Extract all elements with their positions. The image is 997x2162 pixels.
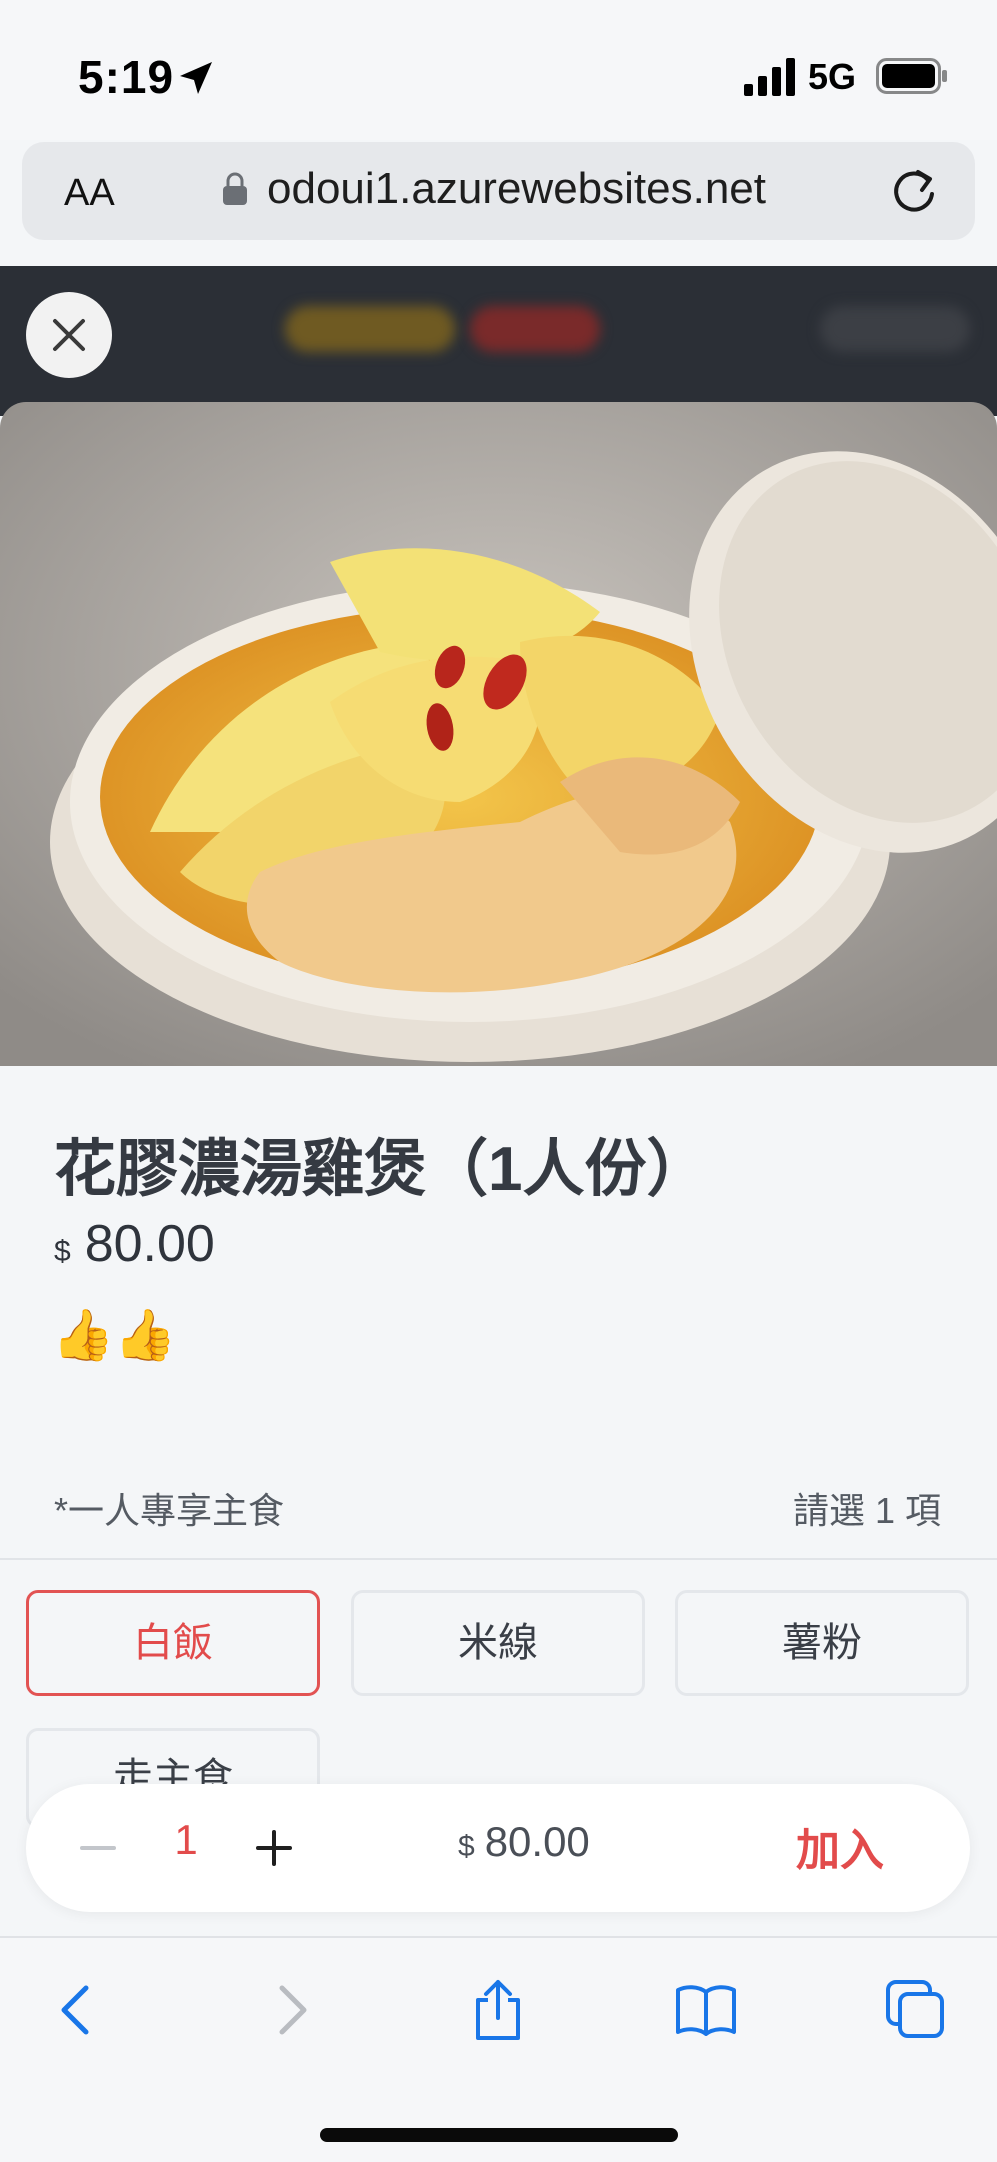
increase-quantity-button[interactable] xyxy=(244,1818,304,1878)
option-group-hint: 請選 1 項 xyxy=(792,1490,941,1531)
network-type: 5G xyxy=(808,56,857,97)
lock-icon xyxy=(223,172,247,205)
tabs-icon[interactable] xyxy=(884,1978,948,2042)
price-value: 80.00 xyxy=(84,1215,215,1273)
option-rice-noodle[interactable]: 米線 xyxy=(351,1590,645,1696)
text-size-button[interactable]: AA xyxy=(64,172,115,215)
share-icon[interactable] xyxy=(466,1978,530,2042)
quantity-value: 1 xyxy=(174,1816,198,1863)
close-icon xyxy=(53,319,85,351)
status-time: 5:19 xyxy=(78,51,175,103)
divider xyxy=(0,1558,997,1560)
product-image xyxy=(0,402,997,1066)
bookmarks-icon[interactable] xyxy=(674,1978,738,2042)
status-bar: 5:19 5G xyxy=(0,0,997,140)
location-arrow-icon xyxy=(180,62,212,94)
background-page-header xyxy=(0,266,997,416)
add-to-cart-button[interactable]: 加入 xyxy=(796,1814,884,1878)
option-sweet-potato-noodle[interactable]: 薯粉 xyxy=(675,1590,969,1696)
total-value: 80.00 xyxy=(484,1818,590,1865)
battery-icon xyxy=(876,58,947,94)
reload-icon[interactable] xyxy=(888,164,940,216)
home-indicator xyxy=(320,2128,678,2142)
product-title: 花膠濃湯雞煲（1人份） xyxy=(54,1135,709,1204)
back-icon[interactable] xyxy=(46,1978,110,2042)
close-button[interactable] xyxy=(26,292,112,378)
total-currency: $ xyxy=(458,1830,475,1863)
order-bar: 1 $80.00 加入 xyxy=(26,1784,970,1912)
forward-icon[interactable] xyxy=(258,1978,322,2042)
product-description: 👍👍 xyxy=(52,1306,177,1364)
url-text[interactable]: odoui1.azurewebsites.net xyxy=(267,164,766,214)
cellular-signal-icon xyxy=(744,58,795,96)
option-group-label: *一人專享主食 xyxy=(54,1490,285,1531)
product-price: $80.00 xyxy=(54,1214,215,1274)
decrease-quantity-button[interactable] xyxy=(68,1818,128,1878)
currency-symbol: $ xyxy=(54,1235,71,1268)
chicken-soup-pot-image xyxy=(0,402,997,1066)
address-bar[interactable]: AA odoui1.azurewebsites.net xyxy=(22,142,975,240)
option-white-rice[interactable]: 白飯 xyxy=(26,1590,320,1696)
order-total: $80.00 xyxy=(458,1818,590,1866)
